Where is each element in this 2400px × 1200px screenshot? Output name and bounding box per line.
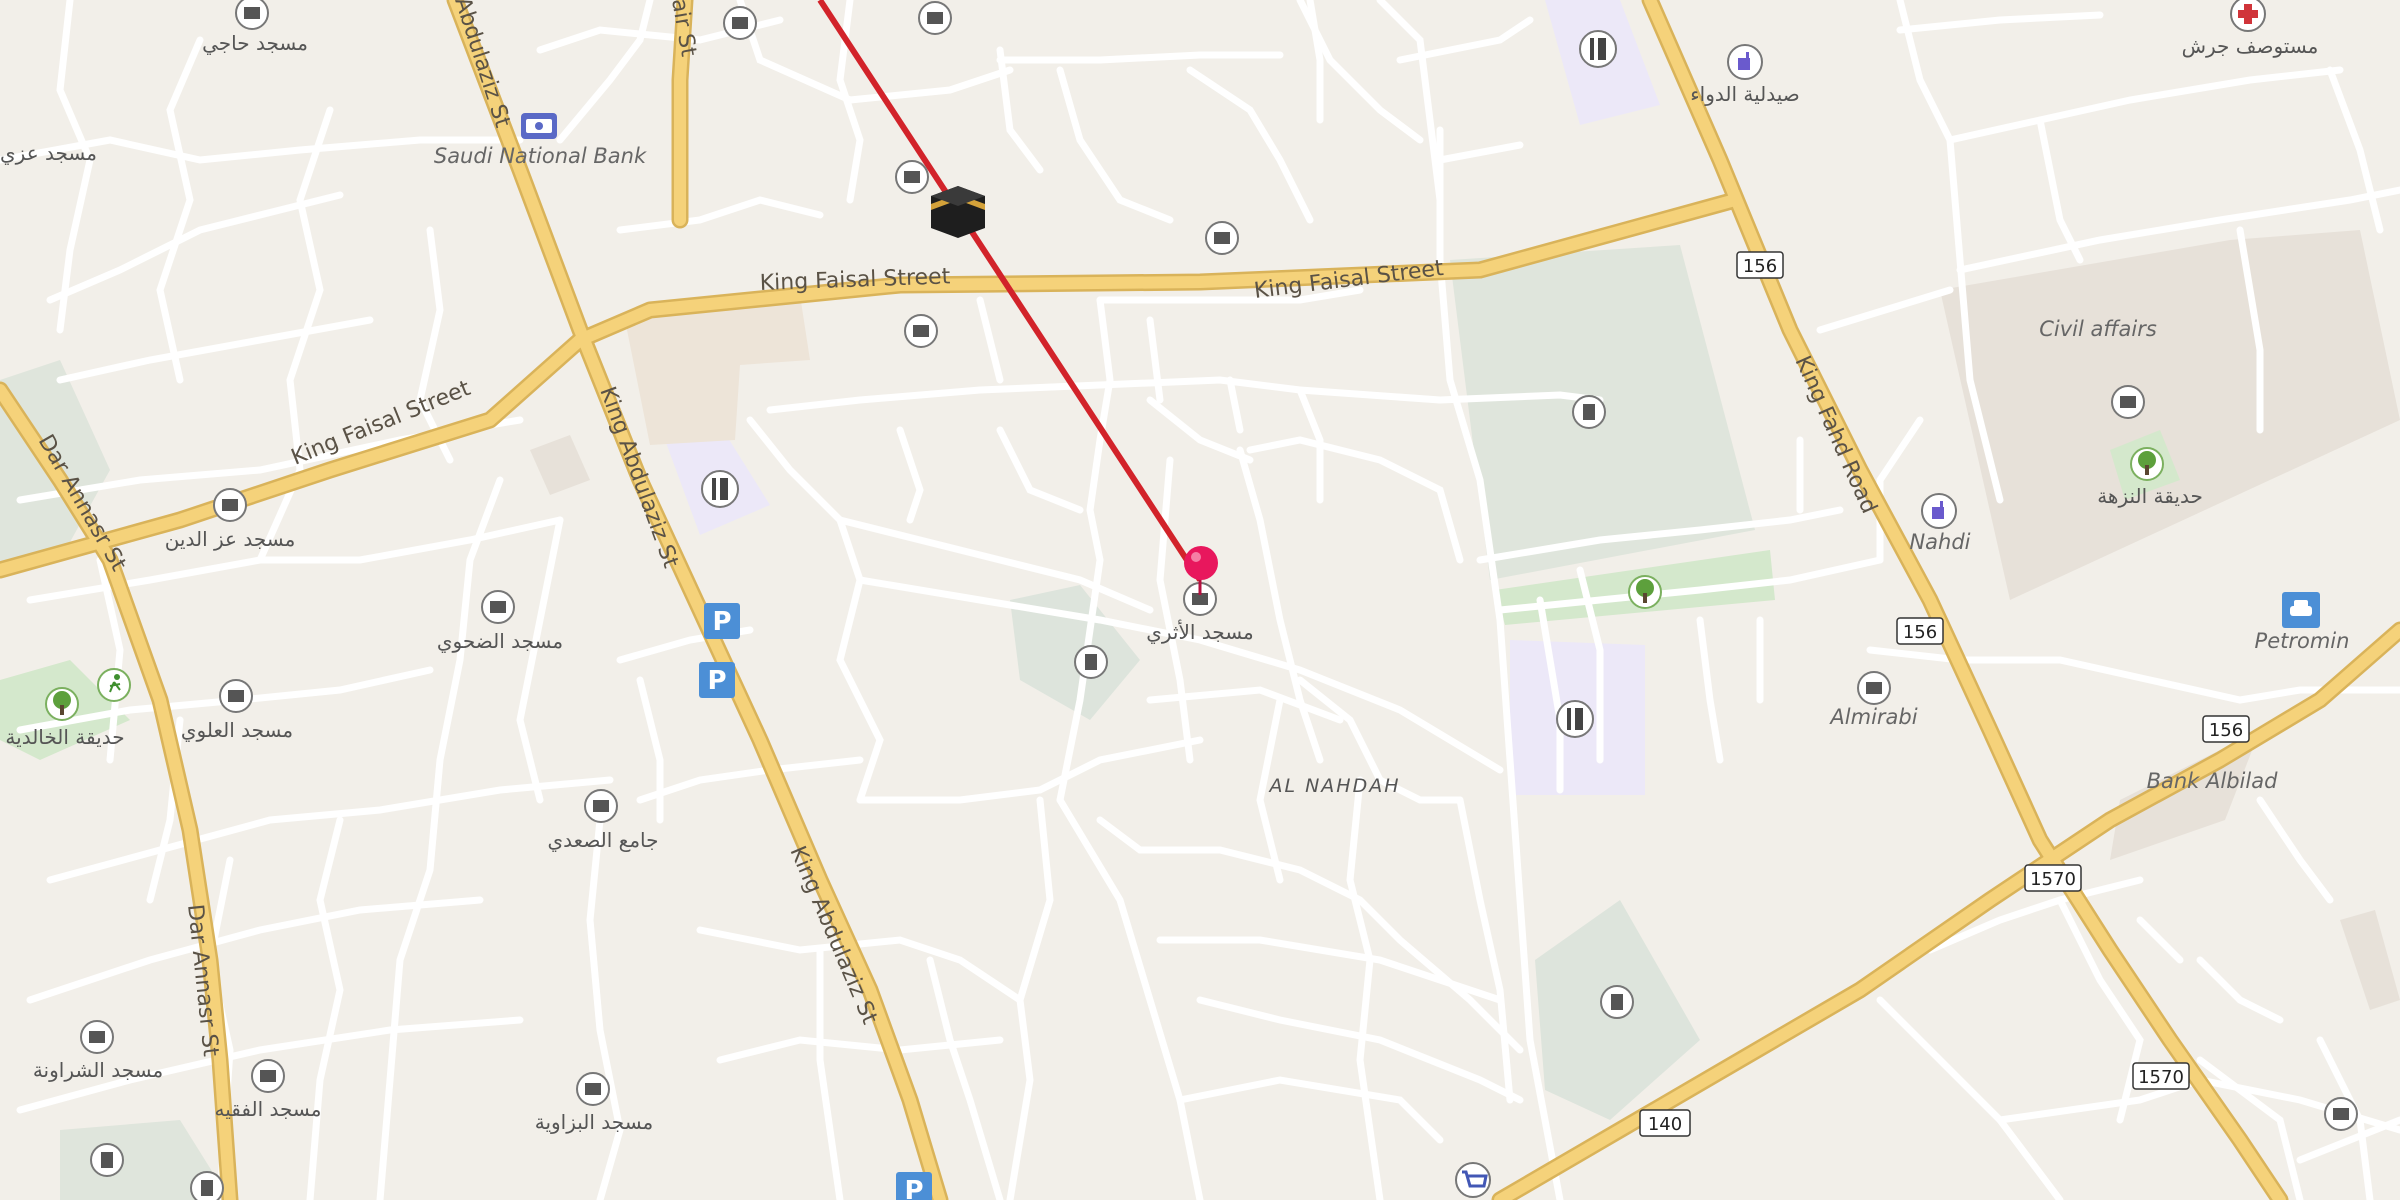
route-shield: 1570 xyxy=(2024,864,2082,892)
place-label: Bank Albilad xyxy=(2147,769,2278,793)
place-label: صيدلية الدواء xyxy=(1690,82,1800,106)
school-icon xyxy=(701,470,739,508)
place-label: Almirabi xyxy=(1828,705,1917,729)
park-icon xyxy=(45,687,79,721)
place-label: مسجد عز الدين xyxy=(165,527,296,551)
place-label: مسجد الفقيه xyxy=(215,1097,322,1121)
hospital-icon xyxy=(2230,0,2266,32)
sports-icon xyxy=(97,668,131,702)
place-label: حديقة الخالدية xyxy=(5,725,124,749)
map-canvas[interactable]: King Faisal Street King Faisal Street Ki… xyxy=(0,0,2400,1200)
mosque-icon xyxy=(895,160,929,194)
place-label: مسجد الشراونة xyxy=(33,1058,163,1082)
parking-icon: P xyxy=(699,662,735,698)
mosque-icon xyxy=(723,6,757,40)
mosque-icon xyxy=(2111,385,2145,419)
svg-text:156: 156 xyxy=(1743,256,1777,277)
car-service-icon xyxy=(2282,592,2320,628)
route-shield: 140 xyxy=(1639,1109,1691,1137)
place-label: حديقة النزهة xyxy=(2097,484,2203,508)
place-label: مسجد حاجي xyxy=(202,31,308,56)
route-shield: 1570 xyxy=(2132,1062,2190,1090)
mosque-icon xyxy=(481,590,515,624)
svg-text:P: P xyxy=(904,1176,923,1200)
pharmacy-icon xyxy=(1921,493,1957,529)
park-icon xyxy=(1628,575,1662,609)
monument-icon xyxy=(1074,645,1108,679)
district-label: AL NAHDAH xyxy=(1267,775,1400,797)
route-shield: 156 xyxy=(1896,617,1944,645)
kaaba-icon[interactable] xyxy=(931,186,985,238)
svg-text:1570: 1570 xyxy=(2138,1067,2184,1088)
mosque-icon xyxy=(2324,1097,2358,1131)
parking-icon: P xyxy=(704,603,740,639)
svg-text:P: P xyxy=(712,607,731,637)
place-label: مسجد الأثري xyxy=(1146,620,1254,645)
shopping-cart-icon xyxy=(1455,1162,1491,1198)
svg-text:156: 156 xyxy=(1903,622,1937,643)
bank-icon xyxy=(521,113,557,139)
school-icon xyxy=(1556,700,1594,738)
mosque-icon xyxy=(904,314,938,348)
mosque-icon xyxy=(80,1020,114,1054)
mosque-icon xyxy=(235,0,269,30)
route-shield: 156 xyxy=(1736,251,1784,279)
monument-icon xyxy=(1572,395,1606,429)
place-label: Saudi National Bank xyxy=(434,144,647,168)
place-label: مسجد عزي xyxy=(0,141,97,166)
monument-icon xyxy=(1600,985,1634,1019)
mosque-icon xyxy=(584,789,618,823)
mosque-icon xyxy=(1857,671,1891,705)
park-icon xyxy=(2130,447,2164,481)
place-label: مسجد العلوي xyxy=(181,718,293,743)
mosque-icon xyxy=(219,679,253,713)
svg-text:140: 140 xyxy=(1648,1114,1682,1135)
pharmacy-icon xyxy=(1727,44,1763,80)
place-label: Civil affairs xyxy=(2039,317,2157,341)
route-shield: 156 xyxy=(2202,715,2250,743)
place-label: مسجد الضحوي xyxy=(437,629,563,654)
parking-icon: P xyxy=(896,1172,932,1200)
svg-text:1570: 1570 xyxy=(2030,869,2076,890)
place-label: Nahdi xyxy=(1909,530,1970,554)
school-icon xyxy=(1579,30,1617,68)
place-label: جامع الصعدي xyxy=(548,828,659,853)
mosque-icon xyxy=(251,1059,285,1093)
svg-text:156: 156 xyxy=(2209,720,2243,741)
monument-icon xyxy=(190,1171,224,1200)
monument-icon xyxy=(90,1143,124,1177)
place-label: مسجد البزاوية xyxy=(535,1110,654,1134)
mosque-icon xyxy=(576,1072,610,1106)
place-label: مستوصف جرش xyxy=(2182,34,2319,58)
mosque-icon xyxy=(918,1,952,35)
svg-text:P: P xyxy=(707,666,726,696)
mosque-icon xyxy=(1205,221,1239,255)
mosque-icon xyxy=(213,488,247,522)
place-label: Petromin xyxy=(2255,629,2350,653)
